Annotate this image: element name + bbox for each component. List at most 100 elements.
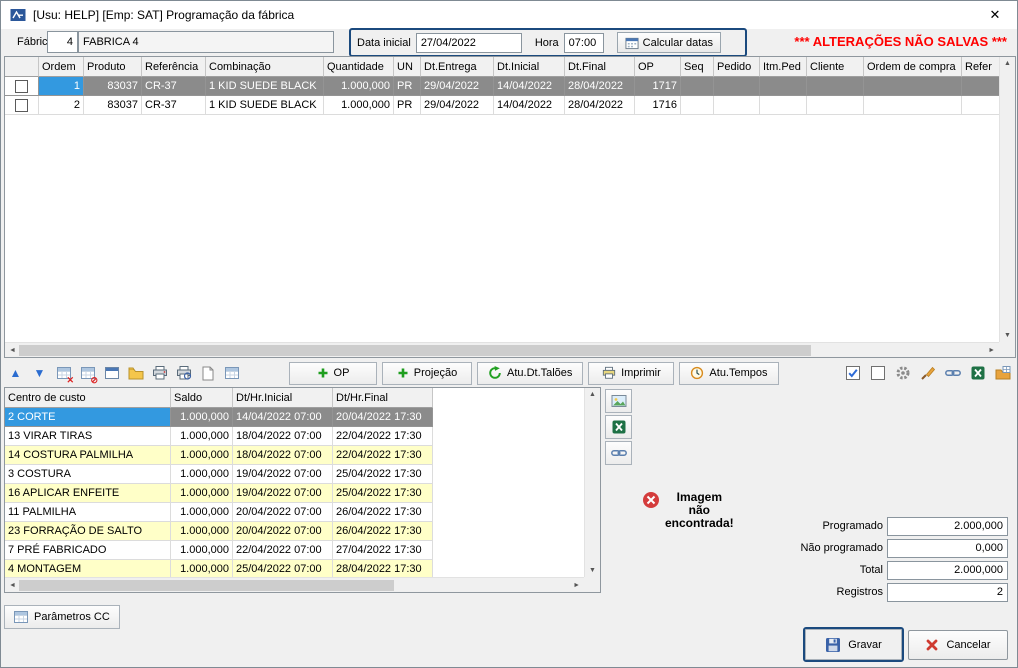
grid-cell[interactable]: 16 APLICAR ENFEITE [5,484,171,503]
grid-cell[interactable] [681,96,714,115]
column-header[interactable]: Itm.Ped [760,57,807,77]
grid-cell[interactable]: 1.000,000 [324,77,394,96]
grid-cell[interactable]: 14 COSTURA PALMILHA [5,446,171,465]
cc-vertical-scrollbar[interactable]: ▲ ▼ [584,388,600,577]
grid-cell[interactable]: 7 PRÉ FABRICADO [5,541,171,560]
scroll-right-icon[interactable]: ► [573,582,580,589]
grid-cell[interactable]: 19/04/2022 07:00 [233,465,333,484]
column-header[interactable]: Referência [142,57,206,77]
grid-cell[interactable]: 25/04/2022 17:30 [333,484,433,503]
grid-cell[interactable]: 1.000,000 [171,522,233,541]
column-header[interactable]: OP [635,57,681,77]
column-header[interactable]: Saldo [171,388,233,408]
grid-cell[interactable]: 1.000,000 [171,541,233,560]
cancelar-button[interactable]: Cancelar [908,630,1008,660]
table-row[interactable]: 183037CR-371 KID SUEDE BLACK1.000,000PR2… [5,77,1004,96]
grid-cell[interactable]: 28/04/2022 [565,96,635,115]
grid-cell[interactable]: 83037 [84,96,142,115]
grid-cell[interactable]: 1717 [635,77,681,96]
hora-input[interactable] [564,33,604,53]
column-header[interactable]: Dt/Hr.Final [333,388,433,408]
parametros-cc-button[interactable]: Parâmetros CC [4,605,120,629]
style-button[interactable] [916,362,939,385]
table-row[interactable]: 7 PRÉ FABRICADO1.000,00022/04/2022 07:00… [5,541,433,560]
scroll-right-icon[interactable]: ► [988,347,995,354]
grid-cell[interactable]: 29/04/2022 [421,96,494,115]
grid-cell[interactable] [962,96,1004,115]
grid-cell[interactable]: 14/04/2022 [494,96,565,115]
column-header[interactable]: Refer [962,57,1004,77]
row-checkbox[interactable] [15,80,28,93]
column-header[interactable]: Dt.Final [565,57,635,77]
image-button[interactable] [605,389,632,413]
grid-cell[interactable]: 1 [39,77,84,96]
grid-cell[interactable] [714,77,760,96]
table-row[interactable]: 11 PALMILHA1.000,00020/04/2022 07:0026/0… [5,503,433,522]
orders-grid[interactable]: OrdemProdutoReferênciaCombinaçãoQuantida… [4,56,1016,358]
column-header[interactable]: Seq [681,57,714,77]
grid-cell[interactable]: 28/04/2022 [565,77,635,96]
grid-cell[interactable]: 1.000,000 [171,503,233,522]
grid-cell[interactable] [864,77,962,96]
column-header[interactable]: Cliente [807,57,864,77]
column-header[interactable]: Dt.Inicial [494,57,565,77]
scroll-track[interactable] [19,345,985,356]
grid-cell[interactable]: 23 FORRAÇÃO DE SALTO [5,522,171,541]
grid-cell[interactable]: 18/04/2022 07:00 [233,427,333,446]
grid-cell[interactable]: 11 PALMILHA [5,503,171,522]
grid-cell[interactable]: 1.000,000 [171,484,233,503]
projecao-button[interactable]: Projeção [382,362,472,385]
grid-cell[interactable]: 1.000,000 [171,427,233,446]
column-header[interactable]: Dt.Entrega [421,57,494,77]
calcular-datas-button[interactable]: Calcular datas [617,32,721,53]
table-row[interactable]: 14 COSTURA PALMILHA1.000,00018/04/2022 0… [5,446,433,465]
grid-cell[interactable]: 22/04/2022 07:00 [233,541,333,560]
table-row[interactable]: 13 VIRAR TIRAS1.000,00018/04/2022 07:002… [5,427,433,446]
grid-cell[interactable]: 14/04/2022 [494,77,565,96]
row-checkbox[interactable] [15,99,28,112]
op-button[interactable]: OP [289,362,377,385]
scroll-track[interactable] [19,580,570,591]
atu-dt-taloes-button[interactable]: Atu.Dt.Talões [477,362,583,385]
grid-cell[interactable]: 2 [39,96,84,115]
grid-cell[interactable]: 25/04/2022 17:30 [333,465,433,484]
cc-horizontal-scrollbar[interactable]: ◄ ► [5,577,584,592]
cancel-op-button[interactable]: ⊘ [76,362,99,385]
orders-vertical-scrollbar[interactable]: ▲ ▼ [999,57,1015,342]
fabrica-name-field[interactable] [78,31,334,53]
grid-cell[interactable]: 27/04/2022 17:30 [333,541,433,560]
grid-cell[interactable]: 14/04/2022 07:00 [233,408,333,427]
scroll-thumb[interactable] [19,580,394,591]
open-folder-button[interactable] [124,362,147,385]
imprimir-button[interactable]: Imprimir [588,362,674,385]
data-inicial-input[interactable] [416,33,522,53]
column-header[interactable]: Quantidade [324,57,394,77]
atu-tempos-button[interactable]: Atu.Tempos [679,362,778,385]
grid-cell[interactable]: 22/04/2022 17:30 [333,446,433,465]
column-header[interactable]: Combinação [206,57,324,77]
grid-cell[interactable]: 1.000,000 [324,96,394,115]
deselect-all-button[interactable] [866,362,889,385]
move-up-button[interactable]: ▲ [4,362,27,385]
table-row[interactable]: 2 CORTE1.000,00014/04/2022 07:0020/04/20… [5,408,433,427]
layout-button[interactable] [991,362,1014,385]
column-header[interactable]: Ordem [39,57,84,77]
grid-cell[interactable]: 20/04/2022 07:00 [233,522,333,541]
grid-cell[interactable]: 1.000,000 [171,465,233,484]
grid-cell[interactable]: 1716 [635,96,681,115]
grid-cell[interactable]: CR-37 [142,77,206,96]
grid-cell[interactable]: 1.000,000 [171,446,233,465]
grid-cell[interactable]: 20/04/2022 07:00 [233,503,333,522]
settings-button[interactable] [891,362,914,385]
orders-horizontal-scrollbar[interactable]: ◄ ► [5,342,999,357]
scroll-up-icon[interactable]: ▲ [1004,60,1011,67]
grid-cell[interactable]: 26/04/2022 17:30 [333,503,433,522]
cost-center-grid[interactable]: Centro de custoSaldoDt/Hr.InicialDt/Hr.F… [4,387,601,593]
report-button[interactable] [148,362,171,385]
column-header[interactable]: Pedido [714,57,760,77]
table-row[interactable]: 283037CR-371 KID SUEDE BLACK1.000,000PR2… [5,96,1004,115]
grid-cell[interactable]: 3 COSTURA [5,465,171,484]
scroll-down-icon[interactable]: ▼ [589,567,596,574]
column-header[interactable]: Dt/Hr.Inicial [233,388,333,408]
grid-cell[interactable]: 1 KID SUEDE BLACK [206,77,324,96]
